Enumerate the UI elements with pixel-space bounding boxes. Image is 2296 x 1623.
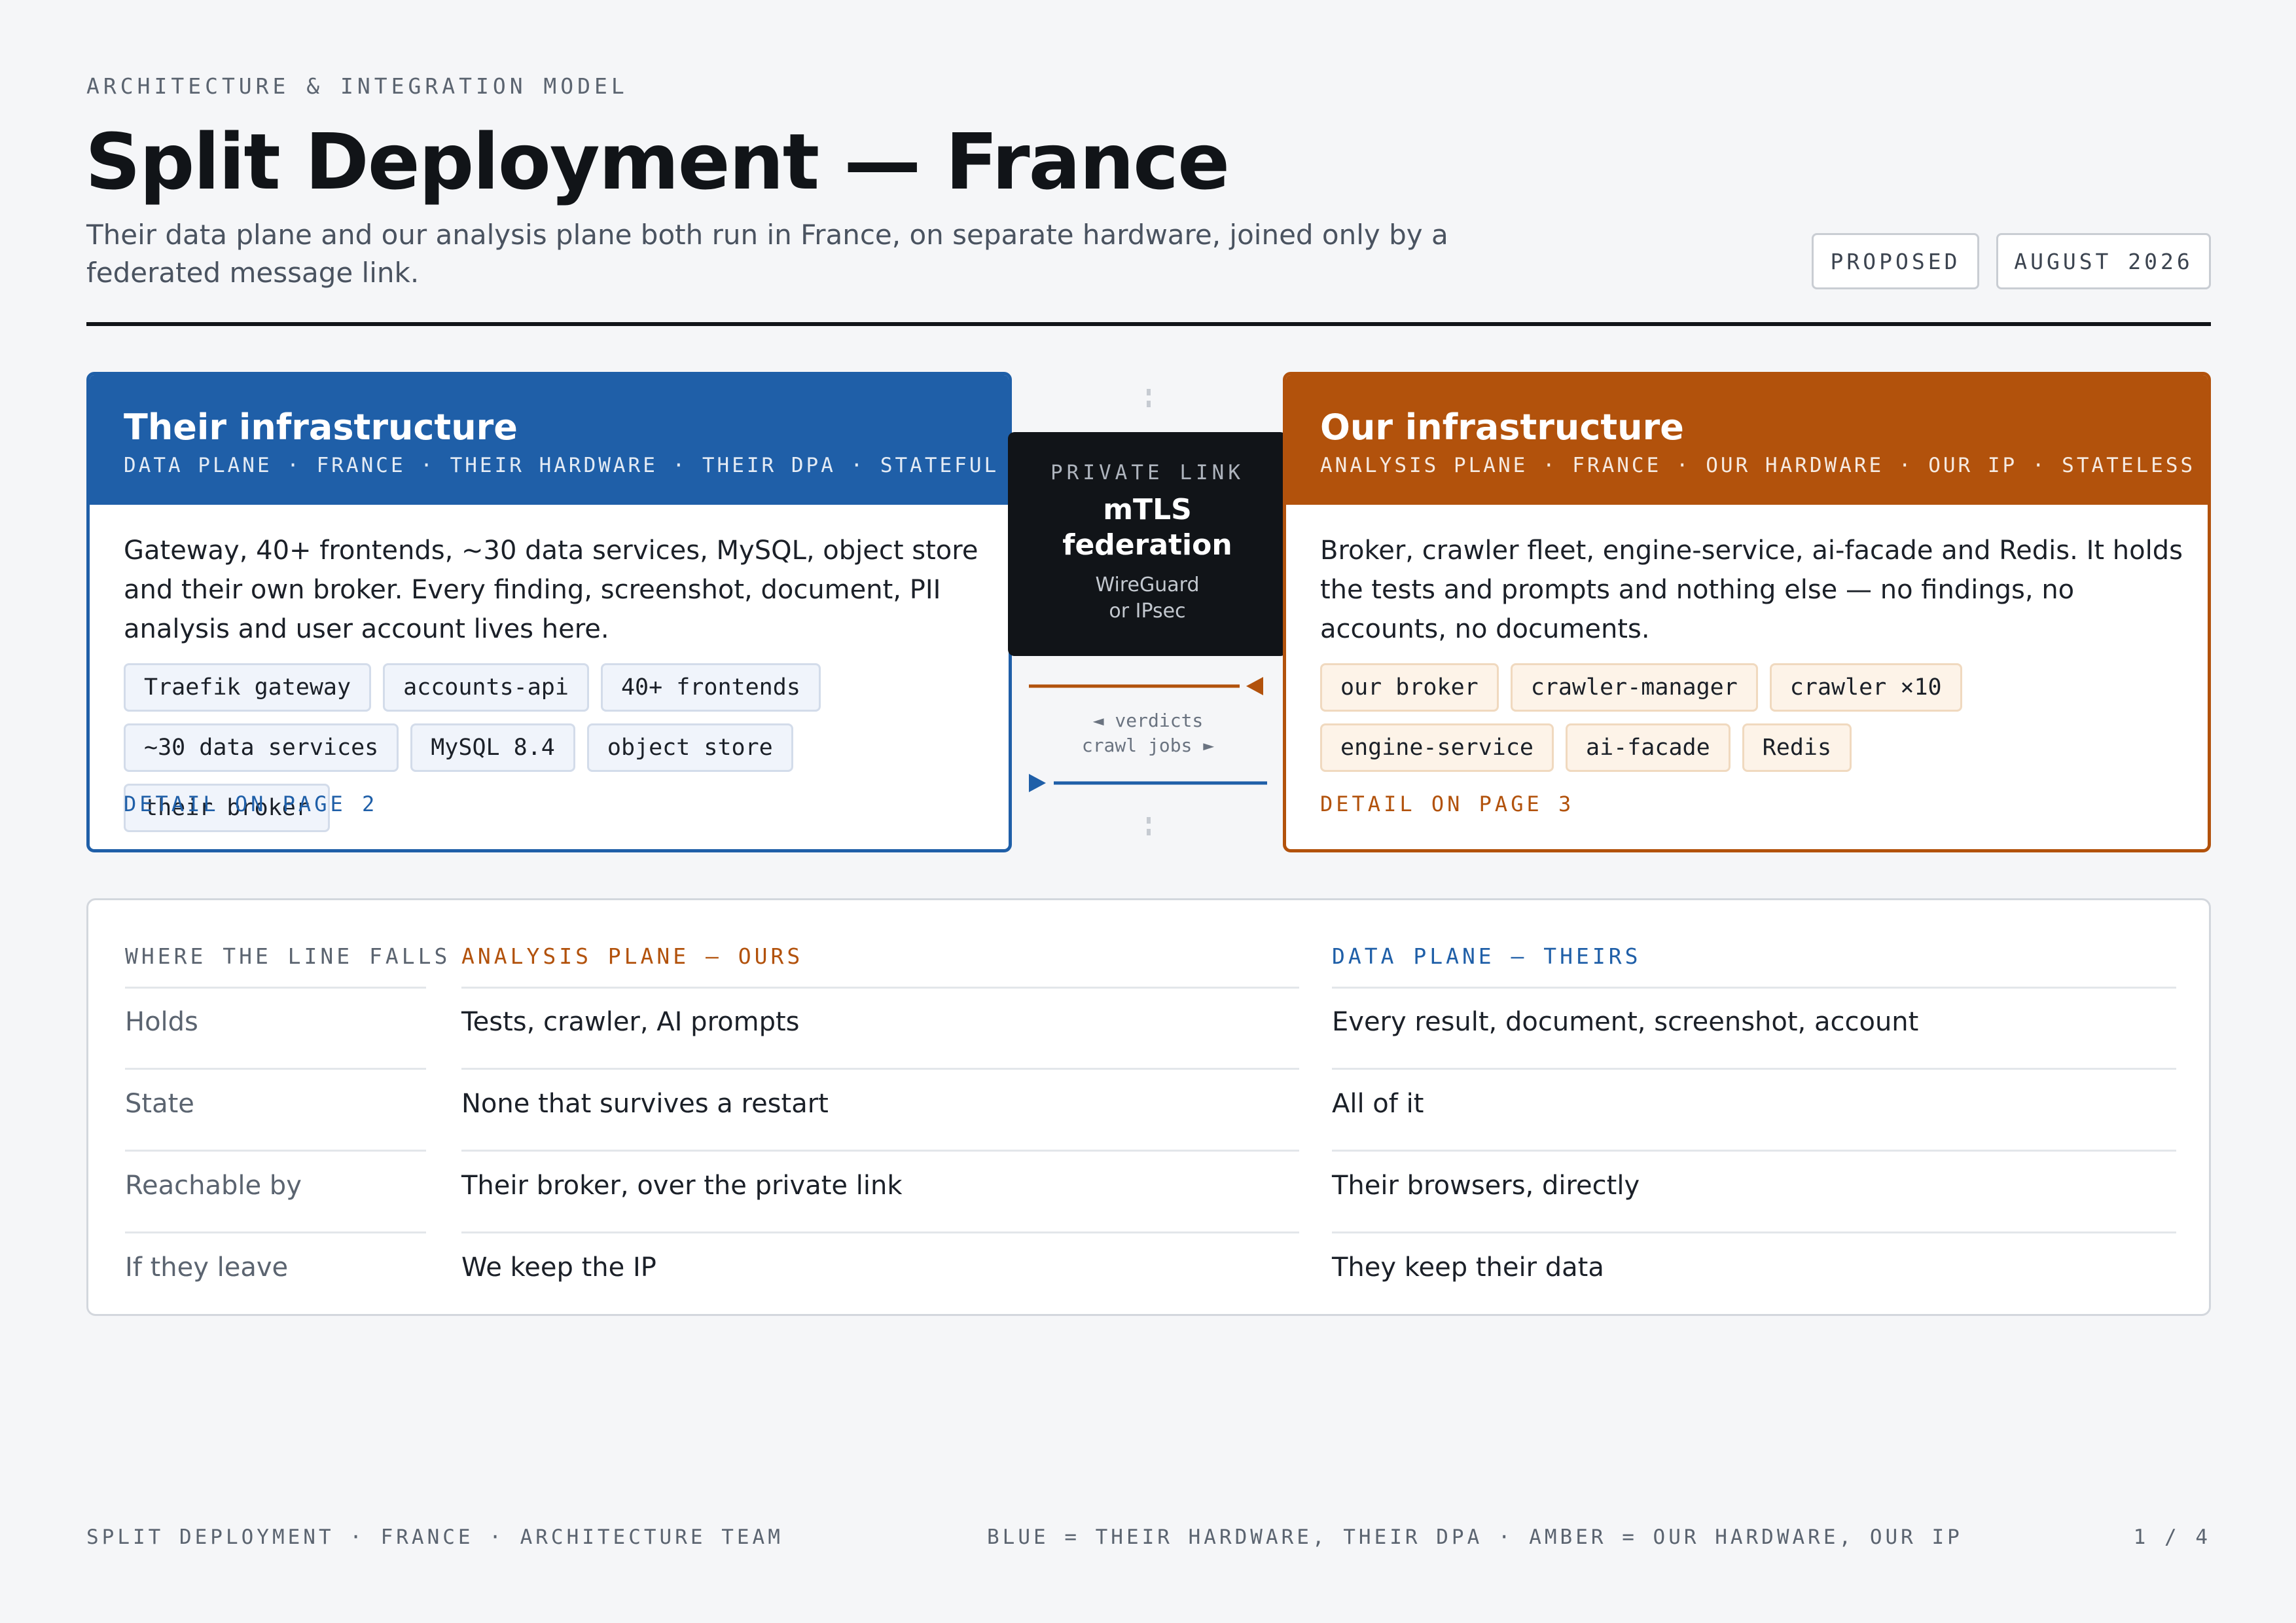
component-chip: object store xyxy=(586,723,793,772)
our-card-title: Our infrastructure xyxy=(1320,407,1684,448)
component-chip: crawler-manager xyxy=(1510,663,1758,712)
private-link-title-line2: federation xyxy=(1062,528,1232,562)
component-chip: 40+ frontends xyxy=(600,663,821,712)
private-link-label: PRIVATE LINK xyxy=(1050,461,1244,484)
component-chip: ~30 data services xyxy=(124,723,399,772)
flow-out-label: crawl jobs ► xyxy=(1082,735,1214,756)
their-card-title: Their infrastructure xyxy=(124,407,518,448)
comparison-table: WHERE THE LINE FALLS ANALYSIS PLANE — OU… xyxy=(86,898,2211,1316)
link-flow-arrows: ◄ verdicts crawl jobs ► xyxy=(1029,677,1267,792)
our-card-meta: ANALYSIS PLANE · FRANCE · OUR HARDWARE ·… xyxy=(1320,454,2196,477)
row-divider xyxy=(125,987,426,989)
row-divider xyxy=(1332,1068,2176,1070)
verdicts-arrowhead-icon xyxy=(1246,677,1263,695)
link-dash-top xyxy=(1147,389,1151,411)
footer-left: SPLIT DEPLOYMENT · FRANCE · ARCHITECTURE… xyxy=(86,1525,783,1549)
table-cell-ours: We keep the IP xyxy=(461,1252,656,1283)
table-cell-theirs: They keep their data xyxy=(1332,1252,1604,1283)
status-badge: PROPOSED xyxy=(1812,233,1979,289)
row-divider xyxy=(125,1068,426,1070)
component-chip: accounts-api xyxy=(383,663,589,712)
date-badge: AUGUST 2026 xyxy=(1996,233,2211,289)
our-card-description: Broker, crawler fleet, engine-service, a… xyxy=(1320,536,2183,644)
row-divider xyxy=(461,1150,1299,1152)
component-chip: Traefik gateway xyxy=(124,663,372,712)
table-header-ours: ANALYSIS PLANE — OURS xyxy=(461,943,804,969)
page-number: 1 / 4 xyxy=(2133,1525,2211,1549)
header-divider xyxy=(86,322,2211,326)
table-cell-theirs: Every result, document, screenshot, acco… xyxy=(1332,1007,1919,1037)
crawl-jobs-arrowhead-icon xyxy=(1029,774,1046,792)
row-divider xyxy=(1332,1150,2176,1152)
component-chip: crawler ×10 xyxy=(1769,663,1962,712)
eyebrow: ARCHITECTURE & INTEGRATION MODEL xyxy=(86,73,628,99)
private-link-note-line2: or IPsec xyxy=(1109,600,1186,623)
row-divider xyxy=(125,1150,426,1152)
our-component-chips: our broker crawler-manager crawler ×10 e… xyxy=(1320,663,2191,772)
private-link-note-line1: WireGuard xyxy=(1095,574,1200,596)
component-chip: our broker xyxy=(1320,663,1499,712)
table-row-label: If they leave xyxy=(125,1252,289,1283)
their-card-header: Their infrastructure DATA PLANE · FRANCE… xyxy=(90,375,1009,505)
row-divider xyxy=(461,1068,1299,1070)
private-link-note: WireGuard or IPsec xyxy=(1008,572,1287,625)
their-detail-link[interactable]: DETAIL ON PAGE 2 xyxy=(124,792,378,816)
private-link-title-line1: mTLS xyxy=(1103,493,1192,526)
our-detail-link[interactable]: DETAIL ON PAGE 3 xyxy=(1320,792,1574,816)
their-card-meta: DATA PLANE · FRANCE · THEIR HARDWARE · T… xyxy=(124,454,999,477)
page-title: Split Deployment — France xyxy=(85,117,1230,207)
table-header-theirs: DATA PLANE — THEIRS xyxy=(1332,943,1641,969)
row-divider xyxy=(1332,1231,2176,1233)
component-chip: MySQL 8.4 xyxy=(410,723,575,772)
row-divider xyxy=(461,987,1299,989)
their-infrastructure-card: Their infrastructure DATA PLANE · FRANCE… xyxy=(86,372,1012,852)
footer-legend: BLUE = THEIR HARDWARE, THEIR DPA · AMBER… xyxy=(987,1525,1963,1549)
table-row-label: Reachable by xyxy=(125,1171,302,1201)
table-cell-ours: None that survives a restart xyxy=(461,1089,829,1119)
component-chip: ai-facade xyxy=(1566,723,1731,772)
table-row-label: State xyxy=(125,1089,194,1119)
our-infrastructure-card: Our infrastructure ANALYSIS PLANE · FRAN… xyxy=(1283,372,2211,852)
table-header-line: WHERE THE LINE FALLS xyxy=(125,943,451,969)
flow-in-label: ◄ verdicts xyxy=(1093,710,1204,731)
page-subtitle: Their data plane and our analysis plane … xyxy=(86,219,1448,289)
component-chip: engine-service xyxy=(1320,723,1554,772)
our-card-header: Our infrastructure ANALYSIS PLANE · FRAN… xyxy=(1286,375,2208,505)
private-link-title: mTLS federation xyxy=(1008,492,1287,563)
table-row-label: Holds xyxy=(125,1007,198,1037)
link-dash-bottom xyxy=(1147,817,1151,839)
private-link-box: PRIVATE LINK mTLS federation WireGuard o… xyxy=(1008,432,1287,656)
component-chip: Redis xyxy=(1742,723,1852,772)
row-divider xyxy=(1332,987,2176,989)
row-divider xyxy=(461,1231,1299,1233)
table-cell-theirs: Their browsers, directly xyxy=(1332,1171,1640,1201)
table-cell-ours: Tests, crawler, AI prompts xyxy=(461,1007,800,1037)
table-cell-ours: Their broker, over the private link xyxy=(461,1171,903,1201)
their-card-description: Gateway, 40+ frontends, ~30 data service… xyxy=(124,536,978,644)
table-cell-theirs: All of it xyxy=(1332,1089,1424,1119)
row-divider xyxy=(125,1231,426,1233)
